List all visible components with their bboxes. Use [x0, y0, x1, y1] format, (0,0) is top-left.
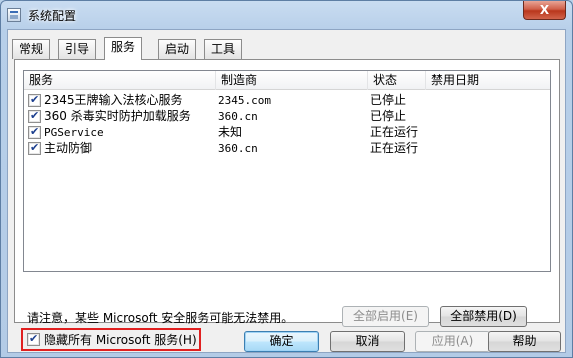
close-button[interactable]: X: [523, 1, 566, 20]
hide-ms-services-label: 隐藏所有 Microsoft 服务(H): [44, 333, 197, 347]
service-name: PGService: [44, 126, 104, 139]
service-row[interactable]: 主动防御 360.cn 正在运行: [24, 141, 550, 157]
service-row[interactable]: PGService 未知 正在运行: [24, 125, 550, 141]
service-name: 360 杀毒实时防护加载服务: [44, 109, 191, 123]
service-checkbox[interactable]: [28, 141, 41, 155]
column-header-disabled-date[interactable]: 禁用日期: [426, 71, 550, 90]
ok-button[interactable]: 确定: [244, 331, 319, 352]
title-bar[interactable]: 系统配置 X: [1, 1, 572, 29]
ms-services-note: 请注意，某些 Microsoft 安全服务可能无法禁用。: [27, 311, 294, 325]
column-header-status[interactable]: 状态: [368, 71, 426, 90]
service-checkbox[interactable]: [28, 93, 41, 107]
hide-ms-services-checkbox[interactable]: [27, 332, 40, 346]
service-name: 主动防御: [44, 141, 93, 155]
service-vendor: 2345.com: [218, 94, 271, 107]
enable-all-button[interactable]: 全部启用(E): [342, 306, 429, 327]
tab-startup[interactable]: 启动: [158, 39, 197, 59]
tab-tools[interactable]: 工具: [204, 39, 243, 59]
service-vendor: 360.cn: [218, 142, 258, 155]
help-button[interactable]: 帮助: [488, 331, 561, 352]
window-title: 系统配置: [28, 9, 77, 23]
service-vendor: 360.cn: [218, 110, 258, 123]
service-checkbox[interactable]: [28, 109, 41, 123]
hide-ms-services-option[interactable]: 隐藏所有 Microsoft 服务(H): [21, 328, 201, 351]
service-checkbox[interactable]: [28, 125, 41, 139]
service-row[interactable]: 360 杀毒实时防护加载服务 360.cn 已停止: [24, 109, 550, 125]
dialog-client-area: 常规 引导 服务 启动 工具 服务 制造商 状态 禁用日期 2345王牌输入法核…: [7, 29, 566, 353]
tab-general[interactable]: 常规: [12, 39, 51, 59]
disable-all-button[interactable]: 全部禁用(D): [440, 306, 527, 327]
service-vendor: 未知: [218, 125, 243, 139]
service-status: 正在运行: [370, 141, 419, 155]
apply-button[interactable]: 应用(A): [415, 331, 490, 352]
services-list-header: 服务 制造商 状态 禁用日期: [24, 71, 550, 90]
services-list[interactable]: 服务 制造商 状态 禁用日期 2345王牌输入法核心服务 2345.com 已停…: [23, 70, 551, 272]
service-row[interactable]: 2345王牌输入法核心服务 2345.com 已停止: [24, 93, 550, 109]
service-status: 已停止: [370, 109, 407, 123]
service-status: 正在运行: [370, 125, 419, 139]
column-header-service[interactable]: 服务: [24, 71, 216, 90]
cancel-button[interactable]: 取消: [330, 331, 405, 352]
column-header-vendor[interactable]: 制造商: [216, 71, 368, 90]
tab-services[interactable]: 服务: [104, 37, 143, 60]
services-panel: 服务 制造商 状态 禁用日期 2345王牌输入法核心服务 2345.com 已停…: [14, 59, 560, 327]
system-config-window: 系统配置 X 常规 引导 服务 启动 工具 服务 制造商 状态 禁用日期 234…: [0, 0, 573, 358]
system-config-app-icon: [7, 8, 21, 22]
service-status: 已停止: [370, 93, 407, 107]
tab-boot[interactable]: 引导: [58, 39, 97, 59]
close-icon: X: [539, 3, 550, 17]
service-name: 2345王牌输入法核心服务: [44, 93, 183, 107]
